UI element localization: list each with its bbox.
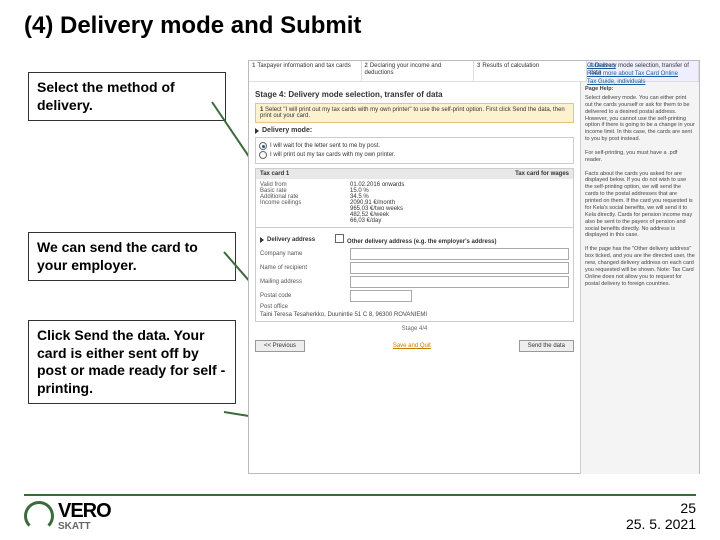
delivery-mode-label: Delivery mode: xyxy=(255,127,574,134)
step-1[interactable]: 1Taxpayer information and tax cards xyxy=(249,61,362,81)
help-sidebar: Page Help: Select delivery mode. You can… xyxy=(580,82,699,474)
link-guide[interactable]: Tax Guide, individuals xyxy=(587,79,697,87)
step-2[interactable]: 2Declaring your income and deductions xyxy=(362,61,475,81)
step-3[interactable]: 3Results of calculation xyxy=(474,61,587,81)
save-quit-link[interactable]: Save and Quit xyxy=(393,343,431,349)
stage-title: Stage 4: Delivery mode selection, transf… xyxy=(255,90,574,99)
radio-icon xyxy=(259,151,267,159)
link-contact[interactable]: Contact us xyxy=(587,63,697,71)
page-number: 25 xyxy=(680,500,696,516)
callout-employer: We can send the card to your employer. xyxy=(28,232,236,281)
radio-selfprint[interactable]: I will print out my tax cards with my ow… xyxy=(259,151,570,159)
callout-send: Click Send the data. Your card is either… xyxy=(28,320,236,404)
send-button[interactable]: Send the data xyxy=(519,340,574,352)
top-links: Contact us Read more about Tax Card Onli… xyxy=(585,61,699,88)
recipient-input[interactable] xyxy=(350,262,569,274)
company-input[interactable] xyxy=(350,248,569,260)
link-readmore[interactable]: Read more about Tax Card Online xyxy=(587,71,697,79)
page-date: 25. 5. 2021 xyxy=(626,516,696,532)
vero-logo: VEROSKATT xyxy=(24,500,111,532)
radio-post[interactable]: I will wait for the letter sent to me by… xyxy=(259,142,570,150)
logo-ring-icon xyxy=(24,501,54,531)
callout-delivery: Select the method of delivery. xyxy=(28,72,226,121)
app-screenshot: 1Taxpayer information and tax cards 2Dec… xyxy=(248,60,700,474)
slide-title: (4) Delivery mode and Submit xyxy=(24,12,361,40)
hint-box: 1 Select "I will print out my tax cards … xyxy=(255,103,574,123)
stage-indicator: Stage 4/4 xyxy=(255,326,574,332)
prev-button[interactable]: << Previous xyxy=(255,340,305,352)
tax-card-box: Tax card 1Tax card for wages Valid from0… xyxy=(255,168,574,322)
postal-input[interactable] xyxy=(350,290,412,302)
post-office-text: Taini Teresa Tesaherkko, Duunintie 51 C … xyxy=(260,312,569,318)
checkbox-other-address[interactable] xyxy=(335,234,344,243)
footer-rule xyxy=(24,494,696,496)
radio-icon xyxy=(259,142,267,150)
mailing-input[interactable] xyxy=(350,276,569,288)
